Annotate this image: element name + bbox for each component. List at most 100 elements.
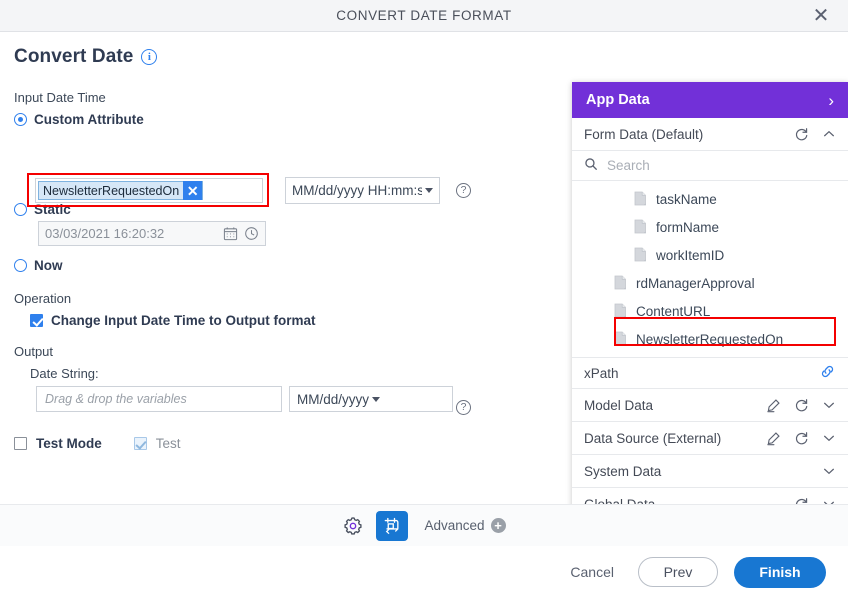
document-icon (614, 331, 628, 349)
document-icon (634, 191, 648, 209)
search-icon (584, 157, 598, 174)
dialog-body: Convert Date i Input Date Time Custom At… (0, 32, 848, 524)
input-format-value: MM/dd/yyyy HH:mm:s (292, 183, 422, 198)
search-input[interactable]: Search (607, 158, 650, 173)
radio-row-now[interactable]: Now (14, 258, 544, 273)
tree-item[interactable]: formName (572, 214, 848, 242)
link-icon[interactable] (819, 363, 836, 383)
radio-static[interactable] (14, 203, 27, 216)
chevron-down-icon[interactable] (822, 431, 836, 445)
label-test-mode: Test Mode (36, 436, 102, 451)
output-format-value: MM/dd/yyyy (297, 391, 370, 407)
chevron-down-icon[interactable] (822, 464, 836, 478)
search-row[interactable]: Search (572, 151, 848, 181)
tree-item[interactable]: workItemID (572, 242, 848, 270)
window-title-bar: CONVERT DATE FORMAT ✕ (0, 0, 848, 32)
output-variables-input[interactable]: Drag & drop the variables (36, 386, 282, 412)
radio-custom-attribute[interactable] (14, 113, 27, 126)
checkbox-test[interactable] (133, 437, 147, 450)
tree-item[interactable]: NewsletterRequestedOn (572, 326, 848, 354)
document-icon (634, 247, 648, 265)
bottom-toolbar: Advanced + (0, 504, 848, 546)
edit-icon[interactable] (766, 431, 781, 446)
test-mode-row: Test Mode Test (14, 436, 544, 451)
xpath-label: xPath (584, 365, 619, 381)
input-date-time-label: Input Date Time (14, 90, 106, 105)
section-label: Data Source (External) (584, 430, 722, 446)
prev-button[interactable]: Prev (638, 557, 718, 587)
app-data-section[interactable]: System Data (572, 455, 848, 488)
radio-label-now: Now (34, 258, 63, 273)
chevron-down-icon (425, 188, 433, 193)
static-block: Static 03/03/2021 16:20:32 (14, 202, 544, 246)
add-icon[interactable]: + (490, 518, 506, 533)
section-label: Model Data (584, 397, 654, 413)
advanced-label: Advanced (424, 518, 485, 533)
tree-item-label: rdManagerApproval (636, 276, 755, 292)
static-datetime-value: 03/03/2021 16:20:32 (45, 226, 165, 241)
form-heading-row: Convert Date i (14, 46, 544, 68)
tree-item[interactable]: rdManagerApproval (572, 270, 848, 298)
checkbox-test-mode[interactable] (14, 437, 27, 450)
chevron-up-icon[interactable] (822, 127, 836, 141)
operation-checkbox-row[interactable]: Change Input Date Time to Output format (30, 313, 544, 328)
tree-item-label: workItemID (656, 248, 725, 264)
calendar-icon[interactable] (223, 226, 238, 241)
form-data-label: Form Data (Default) (584, 126, 704, 142)
output-format-select[interactable]: MM/dd/yyyy (289, 386, 453, 412)
tree-item[interactable]: ContentURL (572, 298, 848, 326)
refresh-icon[interactable] (794, 127, 809, 142)
app-data-section[interactable]: Data Source (External) (572, 422, 848, 455)
radio-label-custom-attribute: Custom Attribute (34, 112, 144, 127)
info-icon[interactable]: i (141, 49, 158, 65)
tree-item-label: NewsletterRequestedOn (636, 332, 784, 348)
advanced-button[interactable]: Advanced + (424, 518, 506, 533)
chevron-right-icon[interactable]: › (828, 92, 834, 109)
tree-item[interactable]: taskName (572, 186, 848, 214)
convert-date-form: Convert Date i Input Date Time Custom At… (0, 32, 560, 451)
document-icon (614, 303, 628, 321)
radio-row-static[interactable]: Static (14, 202, 544, 217)
custom-attribute-row (14, 131, 544, 165)
refresh-icon[interactable] (794, 431, 809, 446)
static-datetime-input[interactable]: 03/03/2021 16:20:32 (38, 221, 266, 246)
app-data-header[interactable]: App Data › (572, 82, 848, 118)
clock-icon[interactable] (244, 226, 259, 241)
app-data-panel: App Data › Form Data (Default) Search ta… (572, 82, 848, 524)
custom-attribute-input[interactable]: NewsletterRequestedOn ✕ (35, 178, 263, 203)
radio-now[interactable] (14, 259, 27, 272)
output-format-help-icon[interactable]: ? (456, 400, 471, 415)
attribute-chip-label: NewsletterRequestedOn (43, 183, 180, 198)
chevron-down-icon[interactable] (822, 398, 836, 412)
convert-date-tool-button[interactable] (376, 510, 409, 541)
date-string-label: Date String: (30, 366, 99, 381)
settings-gear-icon[interactable] (342, 515, 364, 537)
form-data-section-header[interactable]: Form Data (Default) (572, 118, 848, 151)
checkbox-change-format[interactable] (30, 314, 43, 327)
tree-item-label: ContentURL (636, 304, 711, 320)
checkbox-label-change-format: Change Input Date Time to Output format (51, 313, 316, 328)
section-label: System Data (584, 463, 662, 479)
xpath-row[interactable]: xPath (572, 357, 848, 389)
attribute-chip[interactable]: NewsletterRequestedOn ✕ (38, 181, 204, 200)
app-data-sections: Model Data Data Source (External) System D… (572, 389, 848, 521)
input-format-help-icon[interactable]: ? (456, 183, 471, 198)
tree-item-label: taskName (656, 192, 717, 208)
chip-remove-icon[interactable]: ✕ (183, 181, 203, 200)
document-icon (634, 219, 648, 237)
label-test: Test (155, 436, 181, 451)
form-data-tree: taskName formName workItemID rdManagerAppro… (572, 181, 848, 357)
radio-row-custom-attribute[interactable]: Custom Attribute (14, 112, 544, 127)
edit-icon[interactable] (766, 398, 781, 413)
finish-button[interactable]: Finish (734, 556, 826, 588)
tree-item-label: formName (656, 220, 720, 236)
window-title: CONVERT DATE FORMAT (336, 8, 512, 23)
close-icon[interactable]: ✕ (808, 3, 834, 29)
output-label: Output (14, 344, 54, 359)
page-title: Convert Date (14, 46, 134, 67)
app-data-title: App Data (586, 92, 650, 108)
cancel-button[interactable]: Cancel (562, 558, 622, 586)
input-format-select[interactable]: MM/dd/yyyy HH:mm:s (285, 177, 440, 204)
app-data-section[interactable]: Model Data (572, 389, 848, 422)
refresh-icon[interactable] (794, 398, 809, 413)
